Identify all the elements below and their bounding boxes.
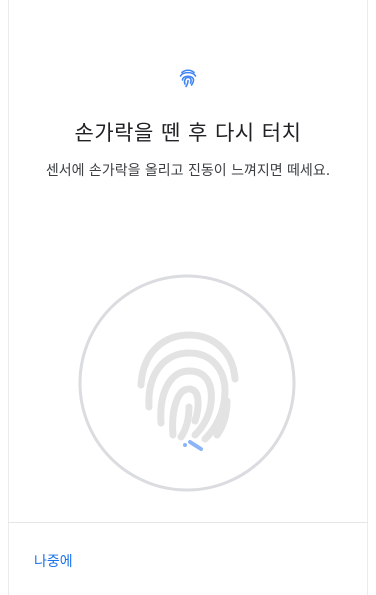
right-edge [367, 0, 368, 595]
later-button[interactable]: 나중에 [34, 552, 73, 572]
fingerprint-icon [137, 331, 239, 443]
enroll-progress-marks [183, 440, 203, 451]
fingerprint-icon [176, 66, 200, 90]
page-title: 손가락을 뗀 후 다시 터치 [74, 121, 302, 145]
footer-divider [8, 522, 368, 523]
fingerprint-enroll-screen: 손가락을 뗀 후 다시 터치 센서에 손가락을 올리고 진동이 느껴지면 떼세요… [0, 0, 376, 595]
progress-ring [78, 274, 296, 492]
instruction-text: 센서에 손가락을 올리고 진동이 느껴지면 떼세요. [45, 163, 331, 179]
fingerprint-illustration [77, 273, 297, 493]
left-edge [8, 0, 9, 595]
